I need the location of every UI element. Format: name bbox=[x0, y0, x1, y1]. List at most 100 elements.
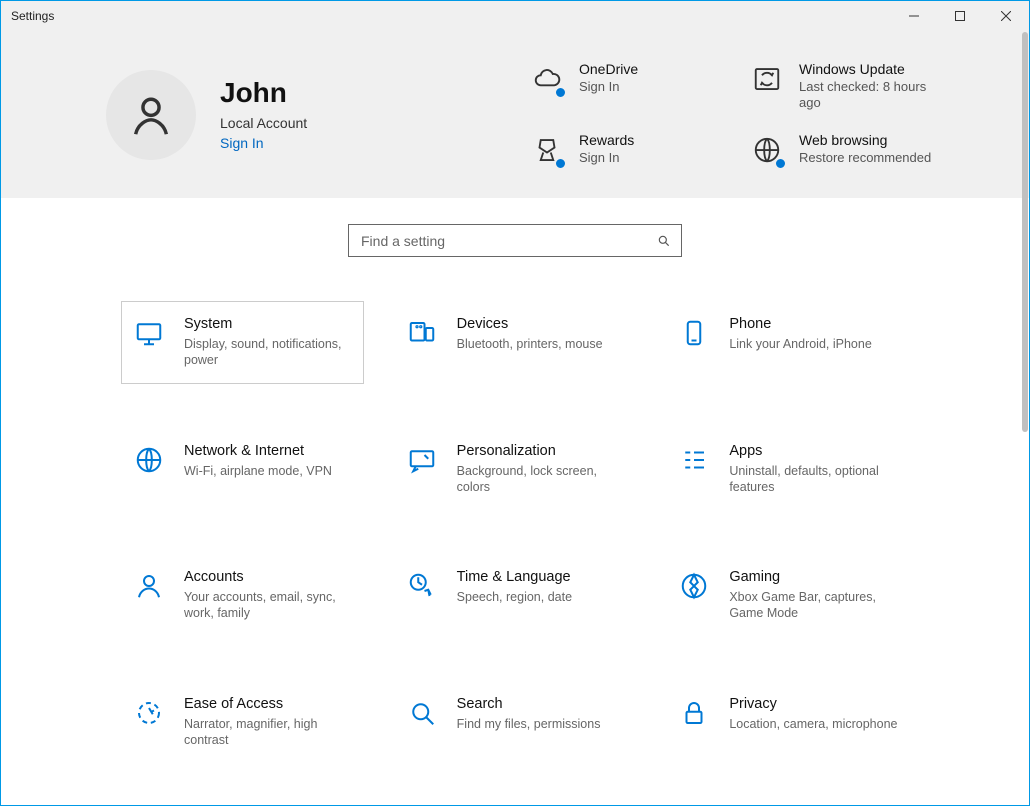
ease-icon-wrap bbox=[132, 696, 166, 730]
status-sub: Restore recommended bbox=[799, 150, 931, 166]
search-box[interactable] bbox=[348, 224, 682, 257]
accounts-icon-wrap bbox=[132, 569, 166, 603]
category-text: Accounts Your accounts, email, sync, work… bbox=[184, 569, 353, 622]
category-system[interactable]: System Display, sound, notifications, pow… bbox=[121, 301, 364, 384]
search-icon bbox=[407, 698, 437, 728]
personalization-icon bbox=[407, 445, 437, 475]
category-title: Accounts bbox=[184, 569, 353, 585]
category-network[interactable]: Network & Internet Wi-Fi, airplane mode, … bbox=[121, 428, 364, 511]
gaming-icon bbox=[679, 571, 709, 601]
phone-icon-wrap bbox=[677, 316, 711, 350]
search-wrap bbox=[61, 224, 969, 257]
maximize-button[interactable] bbox=[937, 1, 983, 31]
category-apps[interactable]: Apps Uninstall, defaults, optional featur… bbox=[666, 428, 909, 511]
category-title: Time & Language bbox=[457, 569, 572, 585]
category-phone[interactable]: PhoneLink your Android, iPhone bbox=[666, 301, 909, 384]
category-title: Network & Internet bbox=[184, 443, 332, 459]
category-title: Personalization bbox=[457, 443, 626, 459]
search-icon bbox=[657, 234, 671, 248]
category-sub: Find my files, permissions bbox=[457, 716, 601, 732]
minimize-icon bbox=[909, 11, 919, 21]
status-windows-update[interactable]: Windows Update Last checked: 8 hours ago bbox=[749, 61, 949, 110]
category-text: Time & Language Speech, region, date bbox=[457, 569, 572, 605]
category-sub: Display, sound, notifications, power bbox=[184, 336, 353, 369]
category-text: Personalization Background, lock screen, … bbox=[457, 443, 626, 496]
network-icon-wrap bbox=[132, 443, 166, 477]
status-sub: Last checked: 8 hours ago bbox=[799, 79, 949, 110]
status-web-browsing[interactable]: Web browsing Restore recommended bbox=[749, 132, 949, 168]
rewards-icon bbox=[529, 132, 565, 168]
status-onedrive[interactable]: OneDrive Sign In bbox=[529, 61, 729, 110]
close-button[interactable] bbox=[983, 1, 1029, 31]
search-input[interactable] bbox=[359, 232, 639, 250]
category-text: SearchFind my files, permissions bbox=[457, 696, 601, 732]
status-title: Rewards bbox=[579, 132, 634, 148]
user-text: John Local Account Sign In bbox=[220, 78, 307, 151]
window-controls bbox=[891, 1, 1029, 31]
header-panel: John Local Account Sign In OneDrive Sign… bbox=[1, 31, 1029, 198]
category-sub: Narrator, magnifier, high contrast bbox=[184, 716, 353, 749]
category-text: PhoneLink your Android, iPhone bbox=[729, 316, 871, 352]
status-sub: Sign In bbox=[579, 79, 638, 95]
title-bar: Settings bbox=[1, 1, 1029, 31]
category-sub: Location, camera, microphone bbox=[729, 716, 897, 732]
category-accounts[interactable]: Accounts Your accounts, email, sync, work… bbox=[121, 554, 364, 637]
status-grid: OneDrive Sign In Windows Update Last che… bbox=[529, 61, 949, 168]
time-icon-wrap bbox=[405, 569, 439, 603]
system-icon-wrap bbox=[132, 316, 166, 350]
category-sub: Wi-Fi, airplane mode, VPN bbox=[184, 463, 332, 479]
account-type: Local Account bbox=[220, 115, 307, 131]
category-sub: Xbox Game Bar, captures, Game Mode bbox=[729, 589, 898, 622]
category-sub: Uninstall, defaults, optional features bbox=[729, 463, 898, 496]
windows-update-icon bbox=[749, 61, 785, 97]
avatar bbox=[106, 70, 196, 160]
category-time[interactable]: Time & Language Speech, region, date bbox=[394, 554, 637, 637]
category-sub: Bluetooth, printers, mouse bbox=[457, 336, 603, 352]
status-title: Windows Update bbox=[799, 61, 949, 77]
category-title: System bbox=[184, 316, 353, 332]
category-title: Apps bbox=[729, 443, 898, 459]
sign-in-link[interactable]: Sign In bbox=[220, 135, 307, 151]
gaming-icon-wrap bbox=[677, 569, 711, 603]
minimize-button[interactable] bbox=[891, 1, 937, 31]
category-sub: Your accounts, email, sync, work, family bbox=[184, 589, 353, 622]
category-sub: Speech, region, date bbox=[457, 589, 572, 605]
category-text: Ease of AccessNarrator, magnifier, high … bbox=[184, 696, 353, 749]
globe-icon bbox=[749, 132, 785, 168]
category-title: Phone bbox=[729, 316, 871, 332]
onedrive-icon bbox=[529, 61, 565, 97]
category-ease[interactable]: Ease of AccessNarrator, magnifier, high … bbox=[121, 681, 364, 764]
category-text: System Display, sound, notifications, pow… bbox=[184, 316, 353, 369]
status-title: OneDrive bbox=[579, 61, 638, 77]
category-search[interactable]: SearchFind my files, permissions bbox=[394, 681, 637, 764]
category-text: Gaming Xbox Game Bar, captures, Game Mode bbox=[729, 569, 898, 622]
scrollbar[interactable] bbox=[1022, 32, 1028, 432]
category-privacy[interactable]: Privacy Location, camera, microphone bbox=[666, 681, 909, 764]
category-sub: Background, lock screen, colors bbox=[457, 463, 626, 496]
phone-icon bbox=[679, 318, 709, 348]
apps-icon bbox=[679, 445, 709, 475]
category-devices[interactable]: DevicesBluetooth, printers, mouse bbox=[394, 301, 637, 384]
close-icon bbox=[1001, 11, 1011, 21]
maximize-icon bbox=[955, 11, 965, 21]
personalization-icon-wrap bbox=[405, 443, 439, 477]
status-rewards[interactable]: Rewards Sign In bbox=[529, 132, 729, 168]
devices-icon bbox=[407, 318, 437, 348]
search-icon-wrap bbox=[405, 696, 439, 730]
devices-icon-wrap bbox=[405, 316, 439, 350]
time-icon bbox=[407, 571, 437, 601]
user-icon bbox=[128, 92, 174, 138]
apps-icon-wrap bbox=[677, 443, 711, 477]
category-gaming[interactable]: Gaming Xbox Game Bar, captures, Game Mode bbox=[666, 554, 909, 637]
category-title: Privacy bbox=[729, 696, 897, 712]
status-sub: Sign In bbox=[579, 150, 634, 166]
privacy-icon bbox=[679, 698, 709, 728]
category-text: Network & Internet Wi-Fi, airplane mode, … bbox=[184, 443, 332, 479]
category-grid: System Display, sound, notifications, pow… bbox=[61, 301, 969, 806]
user-block: John Local Account Sign In bbox=[106, 61, 307, 168]
status-title: Web browsing bbox=[799, 132, 931, 148]
accounts-icon bbox=[134, 571, 164, 601]
category-title: Gaming bbox=[729, 569, 898, 585]
category-personalization[interactable]: Personalization Background, lock screen, … bbox=[394, 428, 637, 511]
category-text: DevicesBluetooth, printers, mouse bbox=[457, 316, 603, 352]
